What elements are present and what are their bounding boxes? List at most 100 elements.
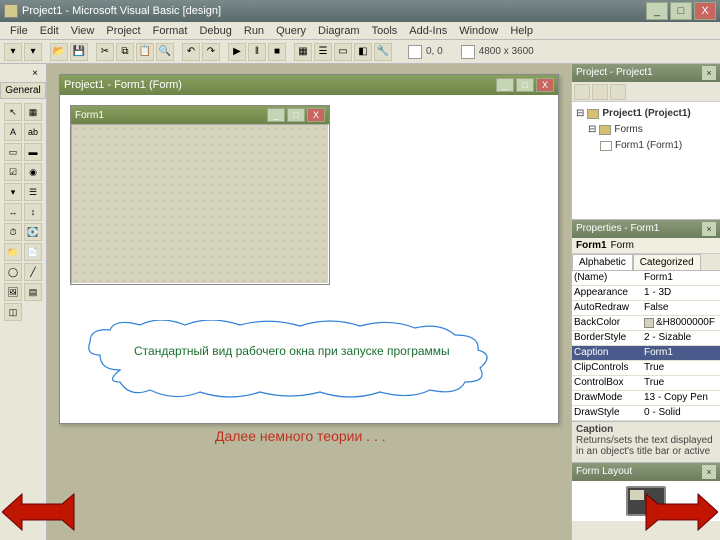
tool-redo-icon[interactable]: ↷ (202, 43, 220, 61)
view-code-icon[interactable] (574, 84, 590, 100)
tool-image-icon[interactable]: 🖼 (4, 283, 22, 301)
tool-ole-icon[interactable]: ◫ (4, 303, 22, 321)
menu-diagram[interactable]: Diagram (312, 25, 366, 37)
callout-text: Стандартный вид рабочего окна при запуск… (134, 344, 454, 360)
property-row[interactable]: DrawMode13 - Copy Pen (572, 391, 720, 406)
menu-addins[interactable]: Add-Ins (403, 25, 453, 37)
menu-run[interactable]: Run (238, 25, 270, 37)
tool-paste-icon[interactable]: 📋 (136, 43, 154, 61)
tree-forms-folder[interactable]: ⊟ Forms (576, 122, 716, 138)
properties-close-icon[interactable]: × (702, 222, 716, 236)
menubar: File Edit View Project Format Debug Run … (0, 22, 720, 40)
property-row[interactable]: DrawStyle0 - Solid (572, 406, 720, 421)
tool-copy-icon[interactable]: ⧉ (116, 43, 134, 61)
tool-data-icon[interactable]: ▤ (24, 283, 42, 301)
property-row[interactable]: Appearance1 - 3D (572, 286, 720, 301)
maximize-button[interactable]: □ (670, 2, 692, 20)
svg-text:назад: назад (24, 504, 59, 519)
project-close-icon[interactable]: × (702, 66, 716, 80)
designer-minimize-button[interactable]: _ (496, 78, 514, 92)
designer-maximize-button[interactable]: □ (516, 78, 534, 92)
tool-stop-icon[interactable]: ■ (268, 43, 286, 61)
nav-back-button[interactable]: назад (2, 492, 78, 532)
property-row[interactable]: AutoRedrawFalse (572, 301, 720, 316)
form-maximize-button[interactable]: □ (287, 108, 305, 122)
property-row[interactable]: ControlBoxTrue (572, 376, 720, 391)
tool-save-icon[interactable]: 💾 (70, 43, 88, 61)
tool-addform-icon[interactable]: ▾ (24, 43, 42, 61)
tool-cut-icon[interactable]: ✂ (96, 43, 114, 61)
toolbox-tab-general[interactable]: General (0, 82, 46, 99)
tool-timer-icon[interactable]: ⏱ (4, 223, 22, 241)
toolbox-panel: × General ↖ ▦ A ab ▭ ▬ ☑ ◉ ▾ ☰ ↔ ↕ ⏱ 💽 📁… (0, 64, 47, 540)
tool-filelist-icon[interactable]: 📄 (24, 243, 42, 261)
menu-debug[interactable]: Debug (193, 25, 237, 37)
tool-toolbox-icon[interactable]: 🔧 (374, 43, 392, 61)
menu-help[interactable]: Help (504, 25, 539, 37)
tool-option-icon[interactable]: ◉ (24, 163, 42, 181)
menu-edit[interactable]: Edit (34, 25, 65, 37)
form-preview[interactable]: Form1 _ □ X (70, 105, 330, 285)
formlayout-close-icon[interactable]: × (702, 465, 716, 479)
tool-undo-icon[interactable]: ↶ (182, 43, 200, 61)
object-selector[interactable]: Form1 Form (572, 238, 720, 254)
menu-project[interactable]: Project (100, 25, 146, 37)
tree-form-item[interactable]: Form1 (Form1) (576, 138, 716, 154)
property-description: Caption Returns/sets the text displayed … (572, 422, 720, 463)
form-designer-window: Project1 - Form1 (Form) _ □ X Form1 _ □ (59, 74, 559, 424)
tool-combobox-icon[interactable]: ▾ (4, 183, 22, 201)
tool-frame-icon[interactable]: ▭ (4, 143, 22, 161)
view-object-icon[interactable] (592, 84, 608, 100)
menu-file[interactable]: File (4, 25, 34, 37)
tool-listbox-icon[interactable]: ☰ (24, 183, 42, 201)
tool-objectbrowser-icon[interactable]: ◧ (354, 43, 372, 61)
tool-run-icon[interactable]: ▶ (228, 43, 246, 61)
tool-picturebox-icon[interactable]: ▦ (24, 103, 42, 121)
property-grid[interactable]: (Name)Form1Appearance1 - 3DAutoRedrawFal… (572, 271, 720, 421)
tool-project-explorer-icon[interactable]: ▦ (294, 43, 312, 61)
property-row[interactable]: BorderStyle2 - Sizable (572, 331, 720, 346)
designer-close-button[interactable]: X (536, 78, 554, 92)
tab-categorized[interactable]: Categorized (633, 254, 701, 270)
close-button[interactable]: X (694, 2, 716, 20)
tool-open-icon[interactable]: 📂 (50, 43, 68, 61)
tool-hscroll-icon[interactable]: ↔ (4, 203, 22, 221)
form-minimize-button[interactable]: _ (267, 108, 285, 122)
property-row[interactable]: ClipControlsTrue (572, 361, 720, 376)
property-row[interactable]: (Name)Form1 (572, 271, 720, 286)
tool-vscroll-icon[interactable]: ↕ (24, 203, 42, 221)
tool-button-icon[interactable]: ▬ (24, 143, 42, 161)
property-row[interactable]: BackColor&H8000000F (572, 316, 720, 331)
tool-line-icon[interactable]: ╱ (24, 263, 42, 281)
property-row[interactable]: CaptionForm1 (572, 346, 720, 361)
tool-break-icon[interactable]: ‖ (248, 43, 266, 61)
tool-formlayout-icon[interactable]: ▭ (334, 43, 352, 61)
tool-pointer-icon[interactable]: ↖ (4, 103, 22, 121)
menu-window[interactable]: Window (453, 25, 504, 37)
toolbar: ▾ ▾ 📂 💾 ✂ ⧉ 📋 🔍 ↶ ↷ ▶ ‖ ■ ▦ ☰ ▭ ◧ 🔧 0, 0… (0, 40, 720, 64)
menu-tools[interactable]: Tools (366, 25, 404, 37)
menu-query[interactable]: Query (270, 25, 312, 37)
tool-textbox-icon[interactable]: ab (24, 123, 42, 141)
toolbox-close-icon[interactable]: × (28, 66, 42, 80)
project-explorer: ⊟ Project1 (Project1) ⊟ Forms Form1 (For… (572, 82, 720, 220)
form-design-surface[interactable] (71, 124, 329, 284)
nav-forward-button[interactable]: вперед (642, 492, 718, 532)
tool-dirlist-icon[interactable]: 📁 (4, 243, 22, 261)
tool-newproject-icon[interactable]: ▾ (4, 43, 22, 61)
callout-bubble: Стандартный вид рабочего окна при запуск… (80, 320, 500, 400)
tree-project-root[interactable]: ⊟ Project1 (Project1) (576, 106, 716, 122)
svg-text:вперед: вперед (660, 504, 703, 519)
toggle-folders-icon[interactable] (610, 84, 626, 100)
tool-drivelist-icon[interactable]: 💽 (24, 223, 42, 241)
tool-find-icon[interactable]: 🔍 (156, 43, 174, 61)
tool-properties-icon[interactable]: ☰ (314, 43, 332, 61)
menu-format[interactable]: Format (147, 25, 194, 37)
minimize-button[interactable]: _ (646, 2, 668, 20)
menu-view[interactable]: View (65, 25, 101, 37)
tool-shape-icon[interactable]: ◯ (4, 263, 22, 281)
tool-label-icon[interactable]: A (4, 123, 22, 141)
form-close-button[interactable]: X (307, 108, 325, 122)
tool-checkbox-icon[interactable]: ☑ (4, 163, 22, 181)
tab-alphabetic[interactable]: Alphabetic (572, 254, 633, 270)
